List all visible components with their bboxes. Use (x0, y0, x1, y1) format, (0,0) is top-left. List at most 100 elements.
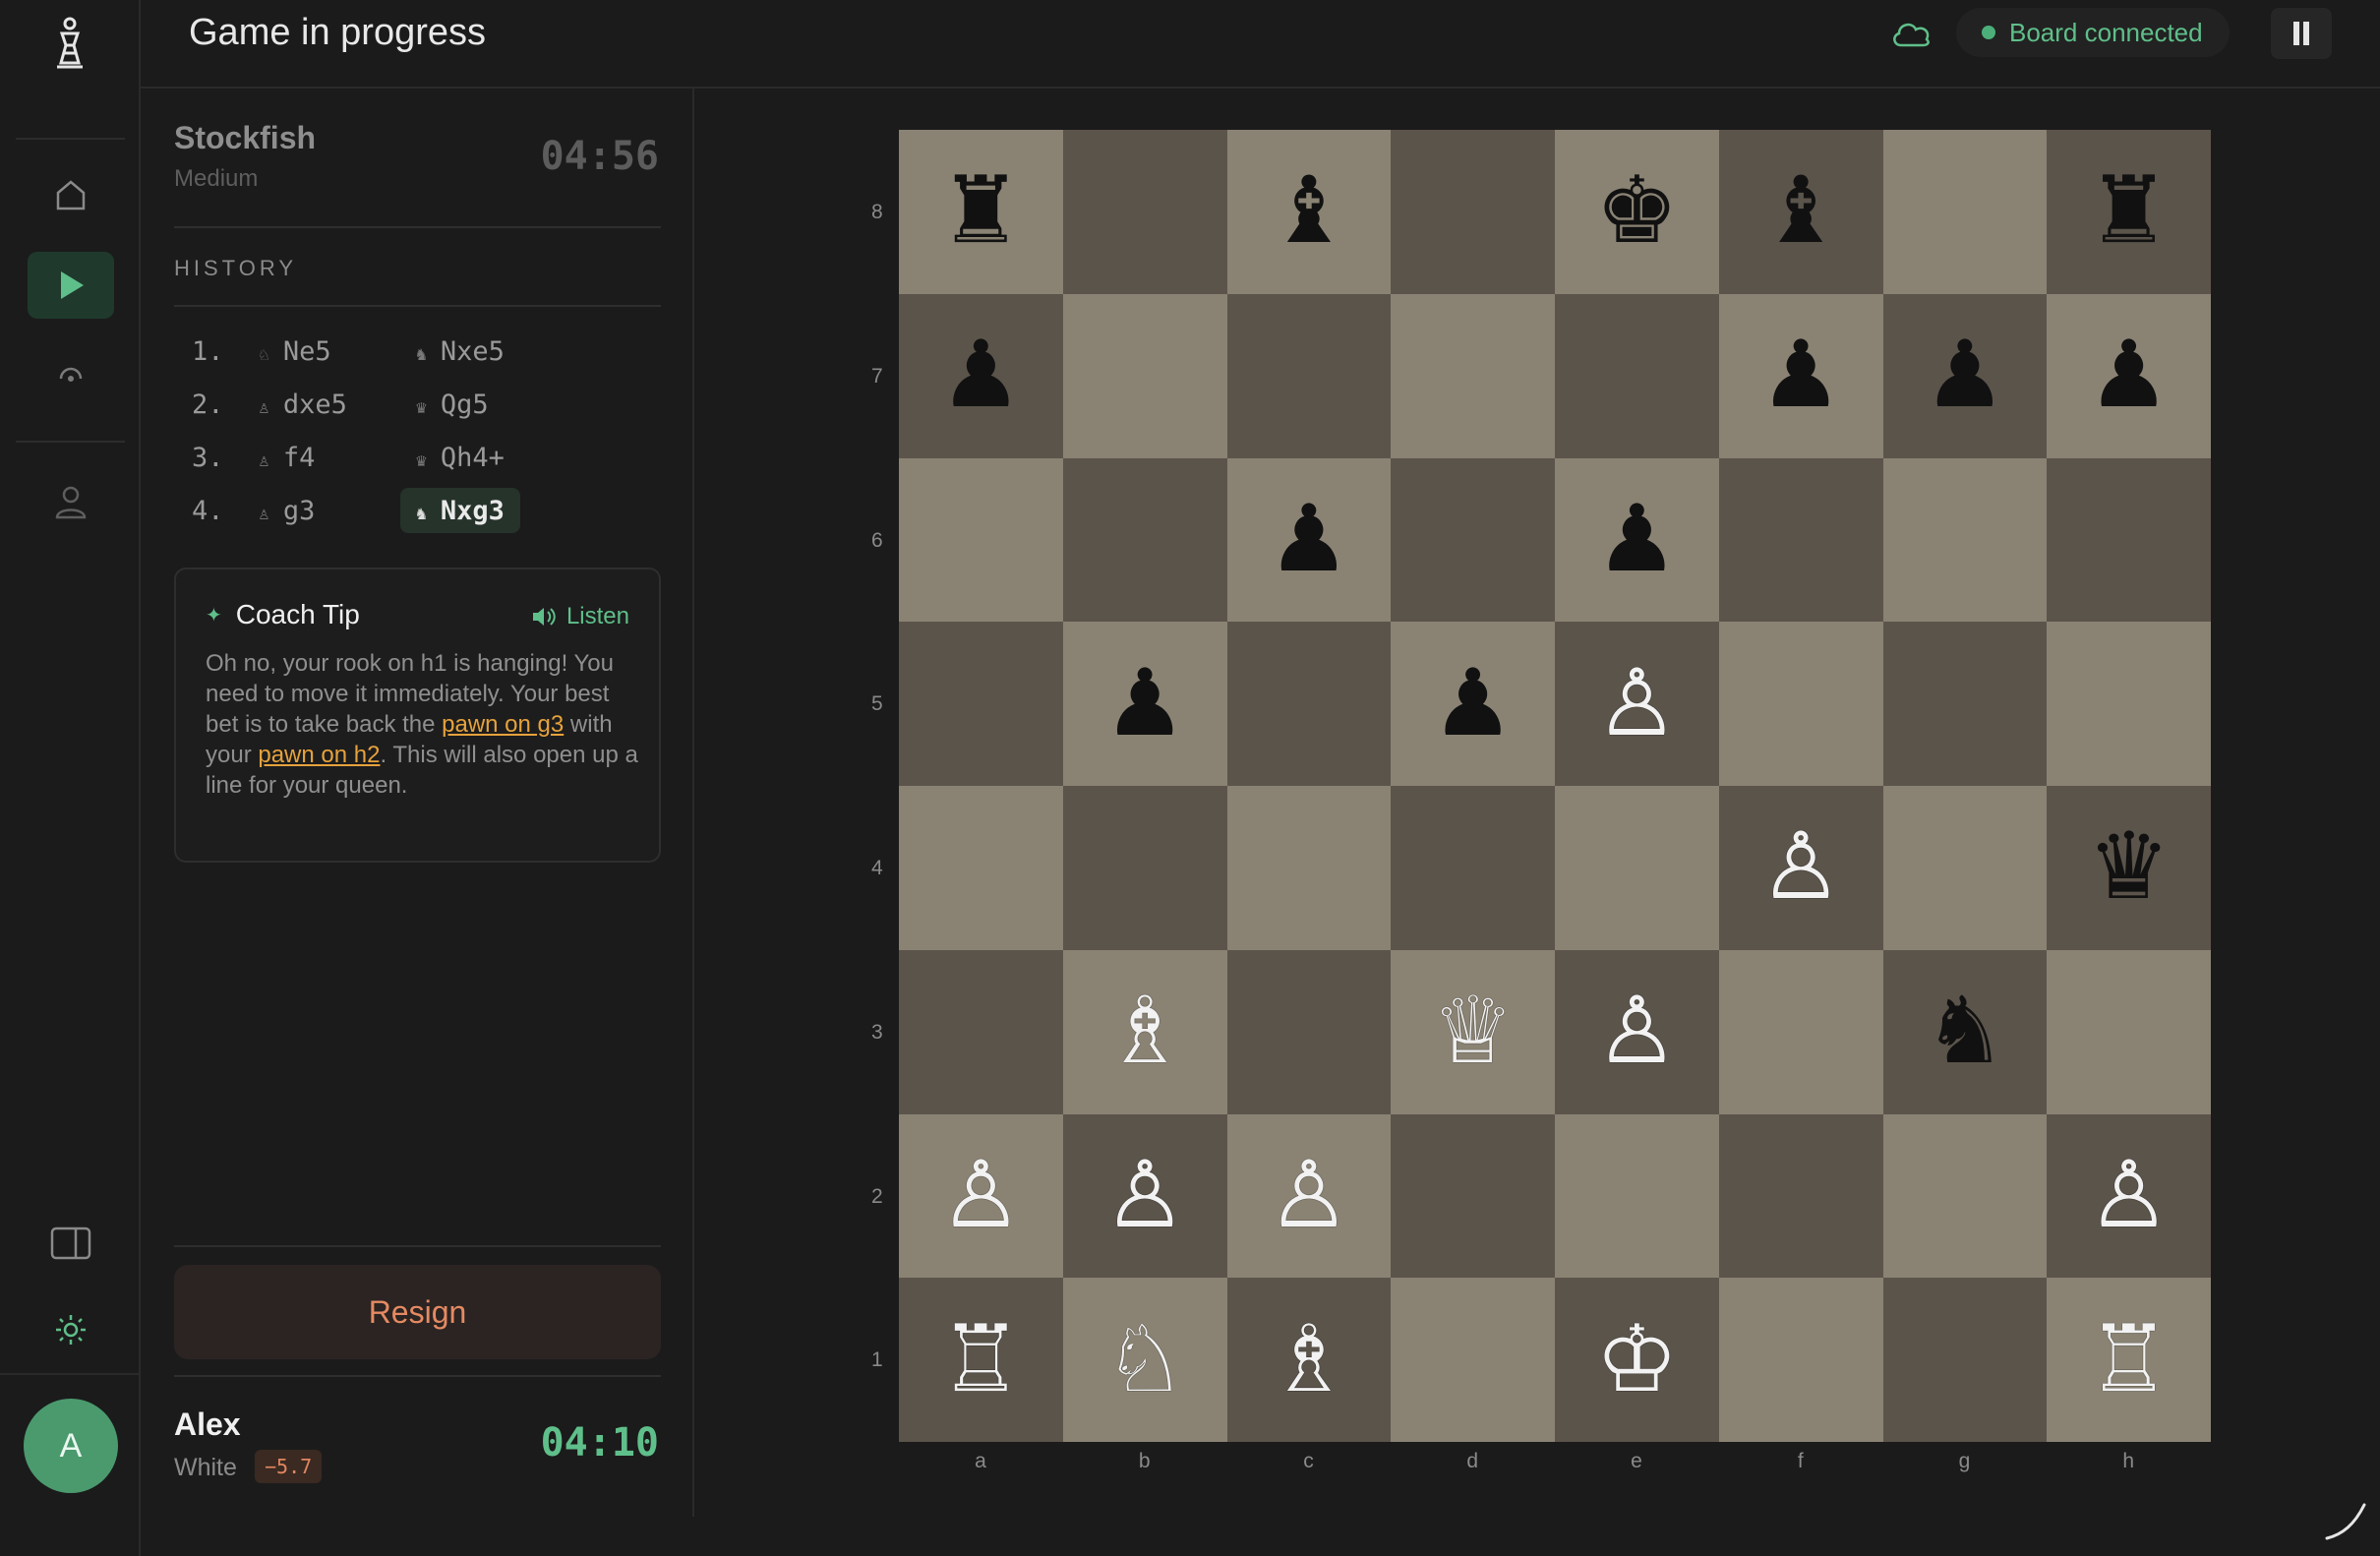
square-f7[interactable]: ♟ (1718, 293, 1883, 458)
square-h2[interactable]: ♙ (2047, 1113, 2211, 1279)
white-rook-icon[interactable]: ♖ (2087, 1313, 2170, 1406)
black-pawn-icon[interactable]: ♟ (1924, 329, 2006, 422)
avatar[interactable]: A (24, 1399, 118, 1493)
resize-handle-icon[interactable] (2321, 1495, 2370, 1544)
chess-logo-icon[interactable] (47, 16, 92, 75)
black-pawn-icon[interactable]: ♟ (939, 329, 1022, 422)
square-b6[interactable] (1062, 457, 1227, 623)
white-move[interactable]: ♙ g3 (259, 496, 315, 526)
square-a5[interactable] (899, 622, 1063, 786)
white-queen-icon[interactable]: ♕ (1431, 986, 1514, 1078)
square-f4[interactable]: ♙ (1718, 786, 1883, 950)
cloud-icon[interactable] (1889, 16, 1934, 51)
white-move[interactable]: ♙ dxe5 (259, 389, 347, 420)
square-g7[interactable]: ♟ (1882, 293, 2048, 458)
square-e7[interactable] (1555, 293, 1719, 458)
square-g3[interactable]: ♞ (1882, 949, 2048, 1114)
square-c1[interactable]: ♗ (1226, 1278, 1392, 1442)
square-d3[interactable]: ♕ (1391, 949, 1555, 1114)
square-h7[interactable]: ♟ (2047, 293, 2211, 458)
white-pawn-icon[interactable]: ♙ (1759, 821, 1842, 914)
square-g2[interactable] (1882, 1113, 2048, 1279)
home-button[interactable] (28, 161, 114, 228)
black-pawn-icon[interactable]: ♟ (1103, 657, 1186, 750)
broadcast-button[interactable] (28, 340, 114, 407)
square-a6[interactable] (899, 457, 1063, 623)
square-f8[interactable]: ♝ (1718, 130, 1883, 294)
square-h1[interactable]: ♖ (2047, 1278, 2211, 1442)
square-d5[interactable]: ♟ (1391, 622, 1555, 786)
black-move[interactable]: ♛ Qg5 (400, 382, 505, 427)
white-move[interactable]: ♘ Ne5 (259, 336, 331, 367)
square-a4[interactable] (899, 786, 1063, 950)
square-d1[interactable] (1391, 1278, 1555, 1442)
square-link-g3[interactable]: pawn on g3 (442, 711, 564, 738)
square-g5[interactable] (1882, 622, 2048, 786)
square-f2[interactable] (1718, 1113, 1883, 1279)
square-h6[interactable] (2047, 457, 2211, 623)
square-d4[interactable] (1391, 786, 1555, 950)
square-d6[interactable] (1391, 457, 1555, 623)
square-g4[interactable] (1882, 786, 2048, 950)
square-c6[interactable]: ♟ (1226, 457, 1392, 623)
black-rook-icon[interactable]: ♜ (2087, 165, 2170, 258)
theme-button[interactable] (28, 1296, 114, 1363)
square-b8[interactable] (1062, 130, 1227, 294)
black-king-icon[interactable]: ♚ (1595, 165, 1678, 258)
black-pawn-icon[interactable]: ♟ (1268, 493, 1350, 586)
black-pawn-icon[interactable]: ♟ (1431, 657, 1514, 750)
current-move[interactable]: ♞ Nxg3 (400, 488, 520, 533)
white-king-icon[interactable]: ♔ (1595, 1313, 1678, 1406)
square-d2[interactable] (1391, 1113, 1555, 1279)
pause-button[interactable] (2271, 8, 2332, 59)
square-c8[interactable]: ♝ (1226, 130, 1392, 294)
square-a3[interactable] (899, 949, 1063, 1114)
chess-board[interactable]: ♜ ♝ ♚ ♝ ♜ ♟ ♟ ♟ ♟ ♟ ♟ ♟ ♟ ♙ ♙ ♛ ♗ ♕ ♙ ♞ ♙ ♙ ♙ ♙ ♖ ♘ ♗ ♔ ♖ (899, 130, 2211, 1442)
square-f6[interactable] (1718, 457, 1883, 623)
square-b2[interactable]: ♙ (1062, 1113, 1227, 1279)
black-bishop-icon[interactable]: ♝ (1268, 165, 1350, 258)
black-pawn-icon[interactable]: ♟ (1595, 493, 1678, 586)
black-move[interactable]: ♛ Qh4+ (400, 435, 520, 480)
square-e4[interactable] (1555, 786, 1719, 950)
white-pawn-icon[interactable]: ♙ (2087, 1149, 2170, 1242)
white-pawn-icon[interactable]: ♙ (1595, 657, 1678, 750)
square-a2[interactable]: ♙ (899, 1113, 1063, 1279)
square-d7[interactable] (1391, 293, 1555, 458)
black-pawn-icon[interactable]: ♟ (1759, 329, 1842, 422)
square-b7[interactable] (1062, 293, 1227, 458)
square-c4[interactable] (1226, 786, 1392, 950)
white-pawn-icon[interactable]: ♙ (1103, 1149, 1186, 1242)
square-e2[interactable] (1555, 1113, 1719, 1279)
white-knight-icon[interactable]: ♘ (1103, 1313, 1186, 1406)
square-c7[interactable] (1226, 293, 1392, 458)
black-bishop-icon[interactable]: ♝ (1759, 165, 1842, 258)
black-queen-icon[interactable]: ♛ (2087, 821, 2170, 914)
square-e8[interactable]: ♚ (1555, 130, 1719, 294)
square-c2[interactable]: ♙ (1226, 1113, 1392, 1279)
square-h8[interactable]: ♜ (2047, 130, 2211, 294)
white-pawn-icon[interactable]: ♙ (1268, 1149, 1350, 1242)
white-bishop-icon[interactable]: ♗ (1268, 1313, 1350, 1406)
square-b4[interactable] (1062, 786, 1227, 950)
play-button[interactable] (28, 252, 114, 319)
square-c5[interactable] (1226, 622, 1392, 786)
square-e1[interactable]: ♔ (1555, 1278, 1719, 1442)
square-a8[interactable]: ♜ (899, 130, 1063, 294)
square-g1[interactable] (1882, 1278, 2048, 1442)
white-pawn-icon[interactable]: ♙ (939, 1149, 1022, 1242)
square-e5[interactable]: ♙ (1555, 622, 1719, 786)
white-pawn-icon[interactable]: ♙ (1595, 986, 1678, 1078)
square-h3[interactable] (2047, 949, 2211, 1114)
square-link-h2[interactable]: pawn on h2 (258, 742, 380, 768)
square-e3[interactable]: ♙ (1555, 949, 1719, 1114)
square-h5[interactable] (2047, 622, 2211, 786)
profile-button[interactable] (28, 468, 114, 535)
square-a1[interactable]: ♖ (899, 1278, 1063, 1442)
square-h4[interactable]: ♛ (2047, 786, 2211, 950)
square-f1[interactable] (1718, 1278, 1883, 1442)
square-b3[interactable]: ♗ (1062, 949, 1227, 1114)
white-bishop-icon[interactable]: ♗ (1103, 986, 1186, 1078)
resign-button[interactable]: Resign (174, 1265, 661, 1359)
black-rook-icon[interactable]: ♜ (939, 165, 1022, 258)
